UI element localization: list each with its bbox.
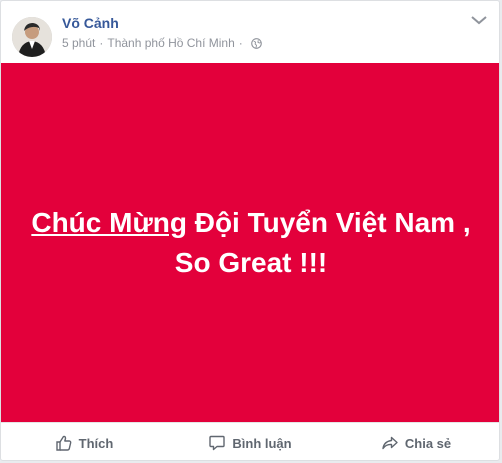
share-label: Chia sẻ [404, 435, 452, 451]
post-header: Võ Cảnh 5 phút · Thành phố Hồ Chí Minh · [1, 1, 499, 63]
like-button[interactable]: Thích [1, 423, 167, 460]
post-actions: Thích Bình luận Chia sẻ [1, 422, 499, 460]
post-time[interactable]: 5 phút [62, 36, 95, 50]
avatar[interactable] [12, 17, 52, 57]
comment-icon [209, 435, 226, 451]
share-icon [382, 436, 398, 450]
post-banner: Chúc Mừng Đội Tuyển Việt Nam , So Great … [1, 63, 499, 422]
like-label: Thích [78, 435, 114, 451]
banner-text: Chúc Mừng Đội Tuyển Việt Nam , So Great … [31, 203, 471, 283]
globe-icon[interactable] [250, 37, 262, 49]
post-location[interactable]: Thành phố Hồ Chí Minh [107, 36, 234, 50]
post-meta: 5 phút · Thành phố Hồ Chí Minh · [62, 36, 262, 50]
meta-separator: · [99, 36, 104, 50]
author-name[interactable]: Võ Cảnh [62, 15, 119, 31]
banner-hashtag-link[interactable]: Chúc Mừng [31, 207, 187, 238]
share-button[interactable]: Chia sẻ [333, 423, 499, 460]
thumbs-up-icon [55, 435, 72, 451]
meta-separator-2: · [238, 36, 243, 50]
more-options-icon[interactable] [470, 14, 488, 26]
banner-text-rest: Đội Tuyển Việt Nam , So Great !!! [174, 206, 471, 278]
comment-label: Bình luận [232, 435, 292, 451]
post-card: Võ Cảnh 5 phút · Thành phố Hồ Chí Minh ·… [0, 0, 500, 461]
comment-button[interactable]: Bình luận [167, 423, 333, 460]
